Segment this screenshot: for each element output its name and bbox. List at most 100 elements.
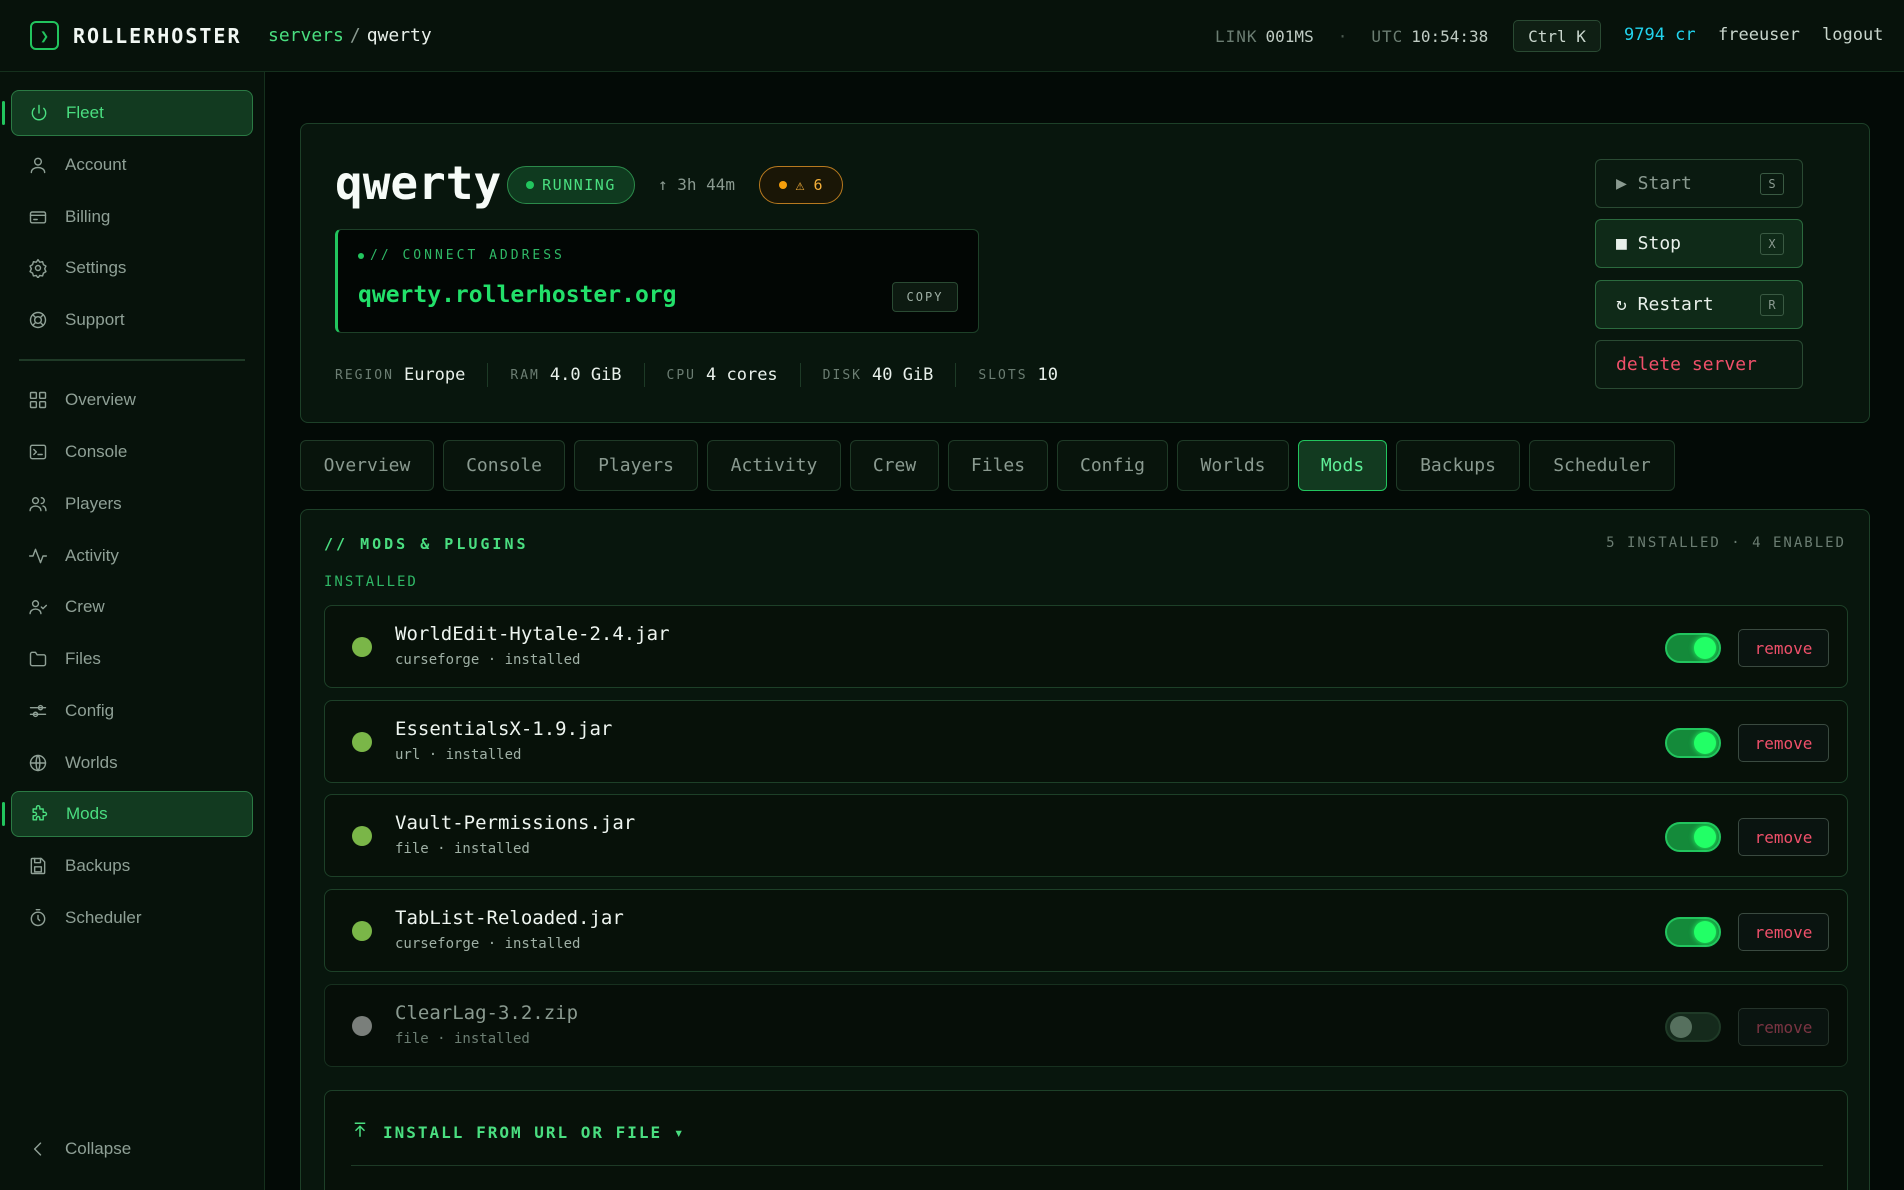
mod-row: ClearLag-3.2.zip file · installed remove xyxy=(324,984,1848,1067)
server-specs: REGION Europe RAM 4.0 GiB CPU 4 cores DI… xyxy=(335,360,1102,390)
tab-scheduler[interactable]: Scheduler xyxy=(1529,440,1675,491)
connect-dot-icon xyxy=(358,252,364,259)
sidebar-item-crew[interactable]: Crew xyxy=(11,584,253,630)
tab-players[interactable]: Players xyxy=(574,440,698,491)
installed-heading: INSTALLED xyxy=(324,574,418,590)
mod-status-dot-icon xyxy=(352,637,372,657)
sidebar-item-overview[interactable]: Overview xyxy=(11,377,253,423)
sidebar-item-label: Config xyxy=(65,701,115,720)
mod-row: EssentialsX-1.9.jar url · installed remo… xyxy=(324,700,1848,783)
power-icon xyxy=(28,102,50,124)
mod-enable-toggle[interactable] xyxy=(1665,917,1721,947)
tab-mods[interactable]: Mods xyxy=(1298,440,1387,491)
warnings-text: ⚠ 6 xyxy=(795,176,823,194)
start-shortcut: S xyxy=(1760,173,1784,195)
mod-enable-toggle[interactable] xyxy=(1665,822,1721,852)
link-value: 001MS xyxy=(1265,26,1314,46)
command-palette-button[interactable]: Ctrl K xyxy=(1513,20,1601,52)
mod-meta: curseforge · installed xyxy=(395,652,581,668)
install-toggle[interactable]: INSTALL FROM URL OR FILE ▾ xyxy=(351,1121,685,1143)
spec-value: 4 cores xyxy=(706,365,778,385)
install-section: INSTALL FROM URL OR FILE ▾ xyxy=(324,1090,1848,1190)
spec-key: RAM xyxy=(510,367,540,383)
sidebar-item-label: Overview xyxy=(65,390,136,409)
mod-remove-button[interactable]: remove xyxy=(1738,913,1829,951)
sidebar-item-settings[interactable]: Settings xyxy=(11,245,253,291)
mod-meta: url · installed xyxy=(395,747,522,763)
uptime: ↑ 3h 44m xyxy=(658,175,736,194)
spec-key: SLOTS xyxy=(978,367,1028,383)
start-button[interactable]: ▶ Start S xyxy=(1595,159,1803,208)
user-check-icon xyxy=(27,596,49,618)
breadcrumb-current: qwerty xyxy=(366,25,432,46)
mod-status-dot-icon xyxy=(352,1016,372,1036)
tab-activity[interactable]: Activity xyxy=(707,440,841,491)
user-icon xyxy=(27,154,49,176)
mod-enable-toggle[interactable] xyxy=(1665,1012,1721,1042)
tab-files[interactable]: Files xyxy=(948,440,1048,491)
connect-address[interactable]: qwerty.rollerhoster.org xyxy=(358,282,677,308)
sidebar-item-console[interactable]: Console xyxy=(11,429,253,475)
utc-label: UTC xyxy=(1371,26,1404,46)
save-icon xyxy=(27,855,49,877)
mod-name: ClearLag-3.2.zip xyxy=(395,1002,579,1024)
spec-key: CPU xyxy=(666,367,697,383)
spec-key: REGION xyxy=(335,367,394,383)
tab-worlds[interactable]: Worlds xyxy=(1177,440,1289,491)
sidebar-item-activity[interactable]: Activity xyxy=(11,533,253,579)
logo-icon[interactable]: ❯ xyxy=(30,21,59,50)
restart-button[interactable]: ↻ Restart R xyxy=(1595,280,1803,329)
delete-label: delete server xyxy=(1616,354,1757,375)
sidebar-item-billing[interactable]: Billing xyxy=(11,194,253,240)
breadcrumb-servers-link[interactable]: servers xyxy=(268,25,344,46)
tab-console[interactable]: Console xyxy=(443,440,565,491)
sidebar-item-label: Scheduler xyxy=(65,908,142,927)
spec-value: 4.0 GiB xyxy=(549,365,622,385)
sidebar-item-backups[interactable]: Backups xyxy=(11,843,253,889)
tab-config[interactable]: Config xyxy=(1057,440,1168,491)
mod-meta: file · installed xyxy=(395,1031,530,1047)
mod-name: Vault-Permissions.jar xyxy=(395,812,636,834)
sidebar-item-scheduler[interactable]: Scheduler xyxy=(11,895,253,941)
mod-status-dot-icon xyxy=(352,921,372,941)
status-text: RUNNING xyxy=(542,176,616,194)
stop-button[interactable]: ■ Stop X xyxy=(1595,219,1803,268)
sidebar-item-label: Settings xyxy=(65,258,127,277)
sidebar-collapse-button[interactable]: Collapse xyxy=(11,1126,253,1172)
latency-readout: LINK 001MS · UTC 10:54:38 xyxy=(1215,0,1488,72)
sidebar-item-worlds[interactable]: Worlds xyxy=(11,740,253,786)
puzzle-icon xyxy=(28,803,50,825)
warnings-badge[interactable]: ⚠ 6 xyxy=(759,166,843,204)
spec-disk: DISK 40 GiB xyxy=(823,363,957,387)
sidebar: Fleet Account Billing Settings Support O… xyxy=(0,72,265,1190)
sidebar-item-config[interactable]: Config xyxy=(11,688,253,734)
brand-name[interactable]: ROLLERHOSTER xyxy=(73,24,242,48)
mod-remove-button[interactable]: remove xyxy=(1738,818,1829,856)
username[interactable]: freeuser xyxy=(1718,25,1800,45)
sidebar-item-files[interactable]: Files xyxy=(11,636,253,682)
tab-overview[interactable]: Overview xyxy=(300,440,434,491)
mod-enable-toggle[interactable] xyxy=(1665,728,1721,758)
sidebar-item-fleet[interactable]: Fleet xyxy=(2,90,253,136)
delete-server-button[interactable]: delete server xyxy=(1595,340,1803,389)
connect-address-box: // CONNECT ADDRESS qwerty.rollerhoster.o… xyxy=(335,229,979,333)
mod-remove-button[interactable]: remove xyxy=(1738,629,1829,667)
utc-clock: 10:54:38 xyxy=(1411,26,1489,46)
sidebar-item-mods[interactable]: Mods xyxy=(2,791,253,837)
sidebar-item-label: Crew xyxy=(65,597,105,616)
sidebar-item-label: Support xyxy=(65,310,125,329)
sidebar-item-account[interactable]: Account xyxy=(11,142,253,188)
credits-balance[interactable]: 9794 cr xyxy=(1624,25,1696,45)
mod-enable-toggle[interactable] xyxy=(1665,633,1721,663)
mod-row: TabList-Reloaded.jar curseforge · instal… xyxy=(324,889,1848,972)
sidebar-item-support[interactable]: Support xyxy=(11,297,253,343)
logout-link[interactable]: logout xyxy=(1822,25,1883,45)
copy-button[interactable]: COPY xyxy=(892,282,958,312)
sidebar-item-players[interactable]: Players xyxy=(11,481,253,527)
sidebar-item-label: Activity xyxy=(65,546,119,565)
tab-crew[interactable]: Crew xyxy=(850,440,939,491)
mod-remove-button[interactable]: remove xyxy=(1738,724,1829,762)
tab-backups[interactable]: Backups xyxy=(1396,440,1520,491)
mod-remove-button[interactable]: remove xyxy=(1738,1008,1829,1046)
spec-value: 40 GiB xyxy=(871,365,934,385)
